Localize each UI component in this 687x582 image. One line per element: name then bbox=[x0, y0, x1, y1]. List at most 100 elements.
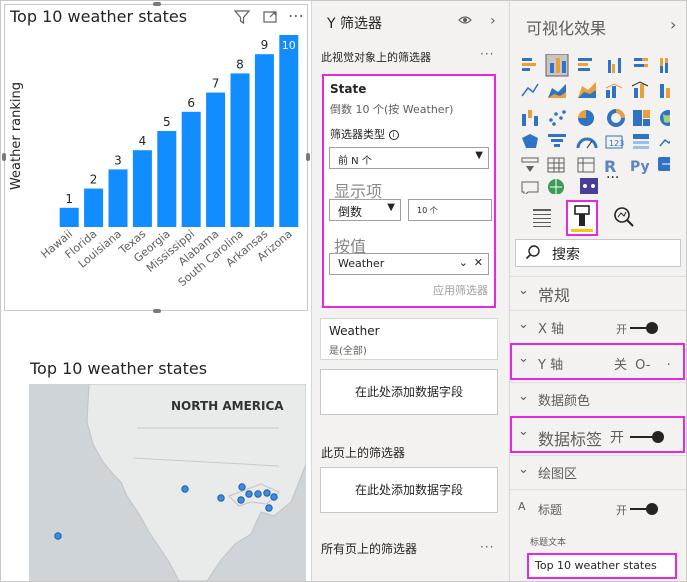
by-value-field-name: Weather bbox=[338, 257, 385, 270]
report-canvas: Weather ranking 1 Hawaii 2 Florida 3 Louisiana… bbox=[1, 1, 311, 581]
filter-type-label: 筛选器类型 i bbox=[330, 126, 399, 142]
search-placeholder: 搜索 bbox=[552, 247, 580, 263]
bar-mississippi[interactable] bbox=[181, 111, 201, 227]
100-bar-icon bbox=[634, 58, 648, 67]
chevron-down-icon: ▼ bbox=[475, 150, 483, 161]
resize-handle-left[interactable] bbox=[2, 153, 6, 161]
weather-filter-card[interactable]: Weather 是(全部) bbox=[320, 318, 498, 360]
bar-hawaii[interactable] bbox=[59, 207, 79, 227]
filter-type-value: 前 N 个 bbox=[338, 156, 372, 167]
data-label: 3 bbox=[114, 153, 122, 167]
qa-icon bbox=[521, 181, 539, 194]
bar-alabama[interactable] bbox=[206, 92, 226, 227]
section-data-colors-label: 数据颜色 bbox=[538, 394, 591, 409]
bar-chart-visual[interactable]: Weather ranking 1 Hawaii 2 Florida 3 Louisiana… bbox=[2, 2, 310, 313]
by-value-field-well[interactable]: Weather ⌄ ✕ bbox=[329, 253, 489, 275]
stacked-area-icon bbox=[578, 82, 596, 98]
more-visuals-icon[interactable]: ··· bbox=[606, 170, 619, 186]
all-pages-more-icon[interactable]: ··· bbox=[480, 540, 494, 554]
data-labels-highlight bbox=[510, 416, 685, 453]
collapse-viz-pane-icon[interactable]: › bbox=[670, 15, 676, 34]
slicer-icon bbox=[521, 157, 539, 172]
svg-text:123: 123 bbox=[609, 139, 624, 148]
filter-summary: 倒数 10 个(按 Weather) bbox=[330, 103, 454, 116]
pie-icon bbox=[578, 110, 594, 126]
gauge-icon bbox=[576, 137, 598, 149]
resize-handle-right[interactable] bbox=[306, 153, 310, 161]
x-axis-toggle[interactable]: 开 bbox=[616, 321, 658, 336]
filter-field-name: State bbox=[330, 82, 367, 96]
filter-type-label-text: 筛选器类型 bbox=[330, 128, 385, 141]
filters-pane-title: Y 筛选器 bbox=[327, 16, 383, 32]
data-label: 7 bbox=[212, 77, 220, 91]
close-icon[interactable]: ✕ bbox=[474, 256, 483, 269]
count-input[interactable]: 10 个 bbox=[408, 199, 492, 221]
section-title[interactable]: A 标题 开 bbox=[510, 489, 686, 529]
count-value: 10 个 bbox=[417, 206, 438, 215]
scatter-icon bbox=[549, 110, 566, 126]
bar-louisiana[interactable] bbox=[108, 169, 128, 227]
chevron-down-icon: ⌄ bbox=[518, 462, 529, 477]
visual-types-grid[interactable]: 123 R Py bbox=[520, 54, 670, 194]
section-general[interactable]: ⌄ 常规 bbox=[510, 276, 686, 310]
resize-handle-top[interactable] bbox=[153, 2, 161, 6]
chart-title: Top 10 weather states bbox=[10, 7, 188, 26]
info-icon: i bbox=[388, 130, 399, 140]
eye-icon[interactable] bbox=[458, 14, 472, 29]
x-axis-toggle-label: 开 bbox=[616, 323, 627, 336]
weather-filter-name: Weather bbox=[329, 324, 380, 338]
visualizations-pane: 可视化效果 › 123 R Py ··· 搜索 ⌄ 常规 ⌄ X 轴 开 ⌄ Y… bbox=[510, 1, 686, 581]
line-chart-icon bbox=[521, 83, 539, 97]
area-chart-icon bbox=[548, 84, 566, 98]
filters-pane: Y 筛选器 › 此视觉对象上的筛选器 ··· State 倒数 10 个(按 W… bbox=[311, 1, 510, 581]
add-page-field-dropzone[interactable]: 在此处添加数据字段 bbox=[320, 467, 498, 513]
state-filter-card[interactable]: State 倒数 10 个(按 Weather) 筛选器类型 i 前 N 个 ▼… bbox=[322, 74, 496, 308]
card-icon: 123 bbox=[605, 135, 624, 149]
more-options-icon[interactable]: ⋯ bbox=[288, 6, 304, 25]
title-toggle-label: 开 bbox=[616, 504, 627, 517]
chevron-up-icon: A bbox=[518, 500, 526, 513]
y-axis-highlight bbox=[510, 343, 685, 380]
map-visual[interactable]: NORTH AMERICA bbox=[29, 384, 306, 581]
clustered-bar-icon bbox=[578, 58, 592, 71]
100-column-icon bbox=[660, 58, 668, 73]
map-title: Top 10 weather states bbox=[30, 359, 208, 378]
apply-filter-button[interactable]: 应用筛选器 bbox=[433, 282, 488, 298]
filter-type-dropdown[interactable]: 前 N 个 ▼ bbox=[329, 147, 489, 169]
format-tab-icon[interactable] bbox=[566, 200, 598, 236]
title-toggle[interactable]: 开 bbox=[616, 502, 658, 517]
bar-georgia[interactable] bbox=[157, 131, 177, 227]
visual-filters-more-icon[interactable]: ··· bbox=[480, 47, 494, 61]
bar-arizona[interactable] bbox=[279, 35, 299, 227]
chevron-down-icon[interactable]: ⌄ bbox=[459, 256, 468, 269]
bar-arkansas[interactable] bbox=[254, 54, 274, 228]
section-general-label: 常规 bbox=[538, 286, 571, 305]
globe-icon bbox=[548, 179, 564, 194]
resize-handle-bottom[interactable] bbox=[153, 309, 161, 313]
weather-filter-summary: 是(全部) bbox=[329, 346, 367, 357]
bar-texas[interactable] bbox=[132, 150, 152, 227]
direction-dropdown[interactable]: 倒数 ▼ bbox=[329, 199, 401, 221]
visual-filters-heading: 此视觉对象上的筛选器 bbox=[321, 51, 431, 64]
section-data-colors[interactable]: ⌄ 数据颜色 bbox=[510, 382, 686, 416]
add-visual-field-dropzone[interactable]: 在此处添加数据字段 bbox=[320, 369, 498, 415]
bar-south-carolina[interactable] bbox=[230, 73, 250, 228]
title-text-input[interactable]: Top 10 weather states bbox=[527, 553, 677, 579]
map-svg: NORTH AMERICA bbox=[29, 384, 306, 581]
section-x-axis[interactable]: ⌄ X 轴 开 bbox=[510, 310, 686, 344]
filter-icon[interactable] bbox=[233, 9, 251, 29]
chevron-down-icon: ▼ bbox=[387, 202, 395, 213]
search-icon bbox=[525, 244, 541, 264]
collapse-pane-icon[interactable]: › bbox=[490, 13, 496, 29]
data-label: 10 bbox=[282, 39, 296, 52]
section-plot-area-label: 绘图区 bbox=[538, 467, 578, 482]
format-search-input[interactable]: 搜索 bbox=[515, 239, 681, 267]
section-plot-area[interactable]: ⌄ 绘图区 bbox=[510, 455, 686, 489]
analytics-tab-icon[interactable] bbox=[611, 201, 637, 231]
map-region-label: NORTH AMERICA bbox=[171, 399, 284, 413]
focus-mode-icon[interactable] bbox=[262, 9, 278, 29]
bar-florida[interactable] bbox=[84, 188, 104, 227]
clustered-column-icon bbox=[608, 58, 621, 73]
fields-tab-icon[interactable] bbox=[529, 201, 555, 231]
data-label: 5 bbox=[163, 115, 171, 129]
